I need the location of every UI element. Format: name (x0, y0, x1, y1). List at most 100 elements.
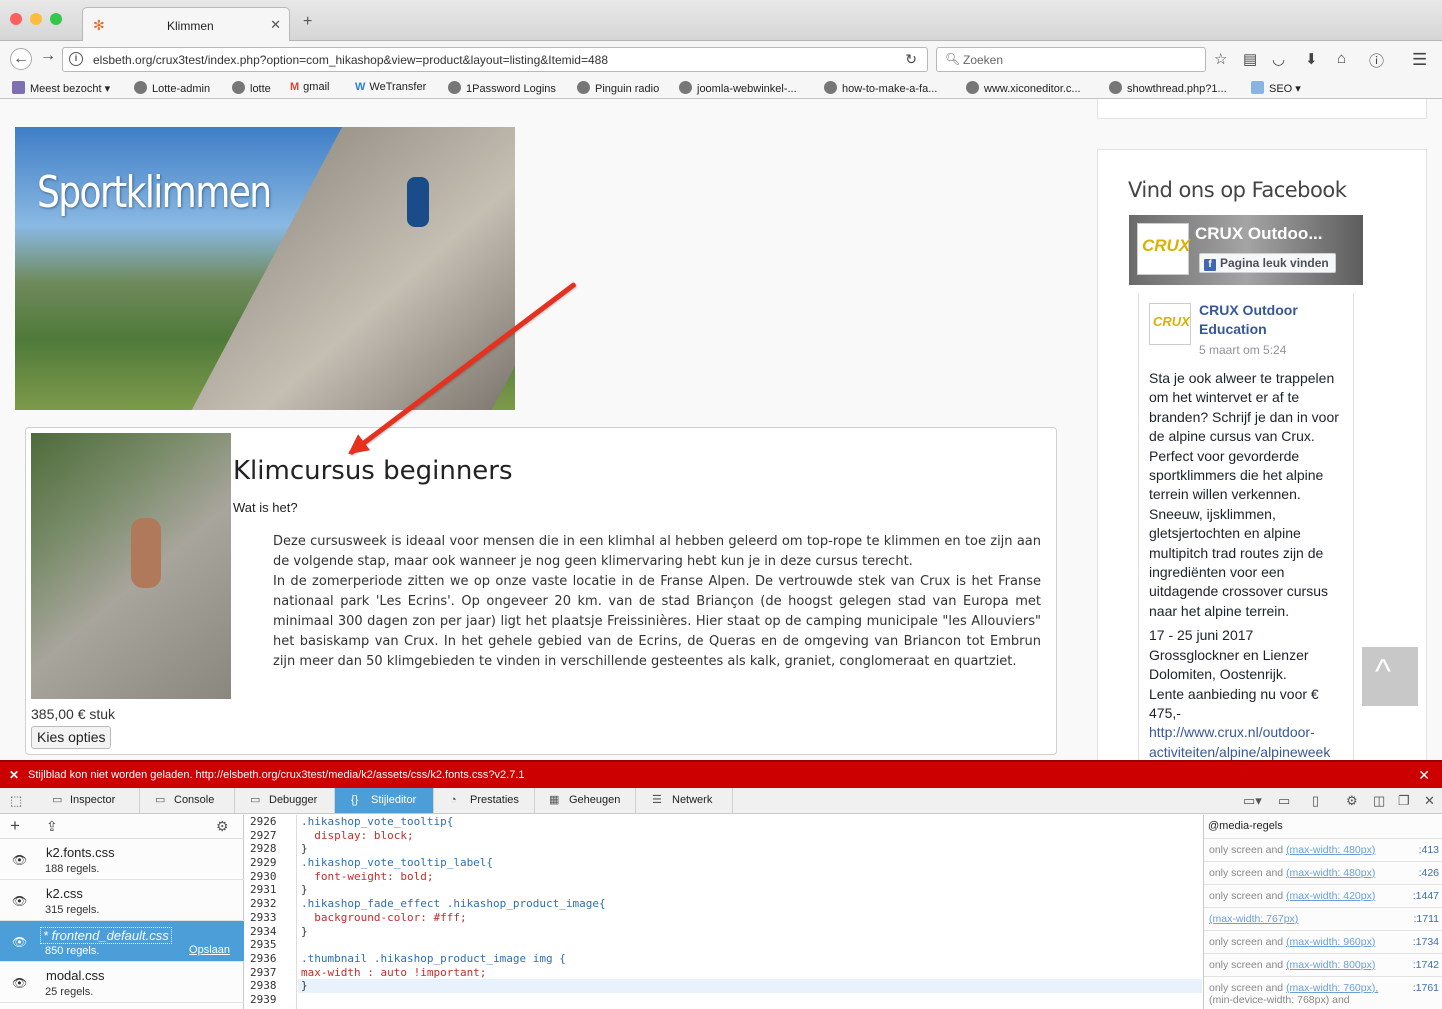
gmail-icon: M (290, 81, 300, 93)
menu-icon[interactable]: ☰ (1412, 50, 1427, 70)
undock-icon[interactable]: ❐ (1398, 793, 1410, 809)
post-avatar[interactable]: CRUX (1149, 303, 1191, 345)
back-button[interactable]: ← (10, 48, 32, 70)
banner-image: Sportklimmen (15, 127, 515, 410)
pick-element-icon[interactable]: ⬚ (10, 793, 22, 809)
like-page-button[interactable]: f Pagina leuk vinden (1199, 253, 1336, 273)
reading-list-icon[interactable]: ▤ (1243, 50, 1257, 68)
settings-icon[interactable]: ⚙ (1346, 793, 1358, 809)
banner-title: Sportklimmen (37, 167, 272, 218)
bookmark-item[interactable]: W WeTransfer (355, 81, 426, 93)
home-icon[interactable]: ⌂ (1337, 50, 1346, 67)
error-icon: ✕ (9, 768, 20, 782)
media-rule[interactable]: only screen and (max-width: 800px):1742 (1204, 953, 1442, 976)
pocket-icon[interactable]: ◡ (1272, 50, 1285, 68)
facebook-page-name[interactable]: CRUX Outdoo... (1195, 224, 1322, 244)
code-line: .hikashop_vote_tooltip_label{ (301, 856, 494, 870)
bookmark-item[interactable]: 1Password Logins (448, 81, 556, 95)
globe-icon (577, 81, 590, 94)
code-editor[interactable]: .hikashop_vote_tooltip{ display: block; … (298, 815, 1202, 1009)
bookmark-item[interactable]: Mgmail (290, 81, 329, 93)
search-input[interactable]: 🔍︎ Zoeken (936, 47, 1206, 72)
eye-icon[interactable]: 👁︎ (12, 853, 27, 867)
media-rule[interactable]: only screen and (max-width: 760px), (min-… (1204, 976, 1442, 1009)
sidebar-title: Vind ons op Facebook (1128, 178, 1347, 202)
close-error-icon[interactable]: ✕ (1418, 767, 1430, 784)
wetransfer-icon: W (355, 81, 366, 93)
stylesheet-error-bar: ✕ Stijlblad kon niet worden geladen. htt… (0, 760, 1442, 788)
bookmark-item[interactable]: SEO ▾ (1251, 81, 1301, 95)
navigation-bar: ← → i elsbeth.org/crux3test/index.php?op… (0, 41, 1442, 77)
post-author[interactable]: CRUX Outdoor Education (1199, 301, 1339, 339)
choose-options-button[interactable]: Kies opties (31, 726, 112, 749)
maximize-window-button[interactable] (50, 13, 62, 25)
close-devtools-icon[interactable]: ✕ (1424, 793, 1435, 809)
product-description: Deze cursusweek is ideaal voor mensen di… (273, 534, 1041, 669)
forward-button[interactable]: → (40, 47, 56, 65)
url-bar[interactable]: i elsbeth.org/crux3test/index.php?option… (62, 47, 928, 72)
phone-icon[interactable]: ▯ (1312, 793, 1319, 809)
post-link[interactable]: http://www.crux.nl/outdoor-activiteiten/… (1149, 724, 1330, 759)
product-image[interactable] (31, 433, 231, 699)
media-rule[interactable]: only screen and (max-width: 480px):413 (1204, 838, 1442, 861)
browser-tab[interactable]: ✻ Klimmen ✕ (82, 7, 290, 41)
close-tab-icon[interactable]: ✕ (270, 17, 281, 33)
facebook-page-header[interactable]: CRUX CRUX Outdoo... f Pagina leuk vinden (1129, 215, 1363, 285)
tab-stijleditor[interactable]: {} Stijleditor (335, 788, 434, 813)
new-stylesheet-icon[interactable]: + (10, 816, 20, 836)
eye-icon[interactable]: 👁︎ (12, 976, 27, 990)
tab-geheugen[interactable]: ▦ Geheugen (535, 788, 636, 813)
tab-prestaties[interactable]: ◔ Prestaties (434, 788, 535, 813)
code-line: max-width : auto !important; (301, 965, 487, 979)
code-line: } (301, 883, 308, 897)
globe-icon (448, 81, 461, 94)
facebook-post: CRUX CRUX Outdoor Education 5 maart om 5… (1138, 293, 1354, 760)
extension-icon[interactable]: ⓘ (1369, 50, 1384, 71)
eye-icon[interactable]: 👁︎ (12, 894, 27, 908)
code-line: } (301, 842, 308, 856)
minimize-window-button[interactable] (30, 13, 42, 25)
tab-debugger[interactable]: ▭ Debugger (235, 788, 335, 813)
close-window-button[interactable] (10, 13, 22, 25)
code-line: background-color: #fff; (301, 910, 467, 924)
media-rule[interactable]: (max-width: 767px):1711 (1204, 907, 1442, 930)
dock-side-icon[interactable]: ◫ (1373, 793, 1385, 809)
eye-icon[interactable]: 👁︎ (12, 935, 27, 949)
stylesheet-item[interactable]: 👁︎ k2.fonts.css 188 regels. (0, 839, 244, 880)
stylesheet-item[interactable]: 👁︎ k2.css 315 regels. (0, 880, 244, 921)
globe-icon (824, 81, 837, 94)
search-icon: 🔍︎ (945, 52, 961, 66)
crux-logo: CRUX (1137, 223, 1190, 275)
bookmark-star-icon[interactable]: ☆ (1214, 50, 1227, 68)
reload-icon[interactable]: ↻ (905, 51, 917, 68)
save-link[interactable]: Opslaan (189, 944, 230, 956)
stylesheet-item[interactable]: 👁︎ modal.css 25 regels. (0, 962, 244, 1003)
bookmark-item[interactable]: Pinguin radio (577, 81, 659, 95)
stylesheet-item-selected[interactable]: 👁︎ * frontend_default.css 850 regels. Op… (0, 921, 244, 962)
download-icon[interactable]: ⬇ (1305, 50, 1318, 68)
new-tab-button[interactable]: + (303, 13, 312, 31)
tab-console[interactable]: ▭ Console (140, 788, 235, 813)
media-rule[interactable]: only screen and (max-width: 960px):1734 (1204, 930, 1442, 953)
bookmark-item[interactable]: joomla-webwinkel-... (679, 81, 797, 95)
bookmark-item[interactable]: Lotte-admin (134, 81, 210, 95)
tab-inspector[interactable]: ▭ Inspector (34, 788, 140, 813)
scroll-to-top-button[interactable]: ^ (1362, 647, 1418, 706)
media-rule[interactable]: only screen and (max-width: 480px):426 (1204, 861, 1442, 884)
bookmark-item[interactable]: lotte (232, 81, 271, 95)
bookmark-item[interactable]: www.xiconeditor.c... (966, 81, 1081, 95)
import-icon[interactable]: ⇪ (46, 818, 58, 835)
globe-icon (966, 81, 979, 94)
media-rule[interactable]: only screen and (max-width: 420px):1447 (1204, 884, 1442, 907)
bookmark-item[interactable]: showthread.php?1... (1109, 81, 1227, 95)
post-date[interactable]: 5 maart om 5:24 (1199, 343, 1286, 357)
tab-netwerk[interactable]: ☰ Netwerk (636, 788, 733, 813)
responsive-mode-icon[interactable]: ▭▾ (1243, 793, 1262, 809)
bookmark-item[interactable]: Meest bezocht ▾ (12, 81, 110, 95)
gear-icon[interactable]: ⚙ (216, 818, 229, 835)
scratchpad-icon[interactable]: ▭ (1278, 793, 1290, 809)
info-icon[interactable]: i (69, 52, 83, 66)
product-title[interactable]: Klimcursus beginners (233, 456, 513, 486)
window-titlebar: ✻ Klimmen ✕ + (0, 0, 1442, 41)
bookmark-item[interactable]: how-to-make-a-fa... (824, 81, 937, 95)
